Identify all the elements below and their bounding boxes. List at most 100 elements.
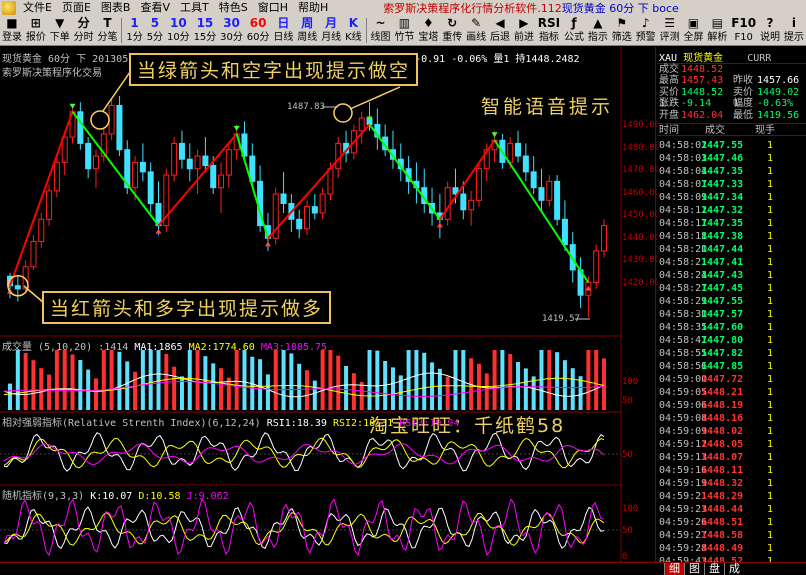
period-button[interactable]: 5 5分: [145, 16, 165, 45]
tool-button[interactable]: ▤ 解析: [705, 16, 729, 45]
tick-p: 1448.44: [701, 504, 744, 515]
tick-v: 1: [767, 322, 774, 333]
tool-button[interactable]: RSI 指标: [536, 16, 562, 45]
toolbar-button[interactable]: 分分时: [72, 16, 96, 45]
tab-trades[interactable]: 成: [724, 563, 744, 575]
tab-chart[interactable]: 图: [684, 563, 704, 575]
tool-button[interactable]: ✎ 画线: [464, 16, 488, 45]
tool-button[interactable]: ▲ 指示: [586, 16, 610, 45]
tool-button[interactable]: ⚑ 筛选: [610, 16, 634, 45]
tool-button[interactable]: ▥ 竹节: [392, 16, 416, 45]
tool-button[interactable]: ƒ 公式: [562, 16, 586, 45]
tick-row[interactable]: 04:59:00 1447.72 1: [657, 373, 806, 386]
menu-chart[interactable]: 图表B: [96, 0, 136, 16]
tool-button[interactable]: ♦ 宝塔: [416, 16, 440, 45]
tool-button[interactable]: F10 F10: [729, 16, 758, 45]
indicator-axis-tick: 100: [622, 504, 639, 514]
tick-row[interactable]: 04:59:23 1448.44 1: [657, 503, 806, 516]
tick-row[interactable]: 04:59:05 1448.21 1: [657, 386, 806, 399]
chart-area[interactable]: 现货黄金 60分 下 20130511 09:55 开1448.51 高1448…: [0, 47, 660, 575]
tick-row[interactable]: 04:58:21 1447.41 1: [657, 256, 806, 269]
volume-bar: [570, 368, 575, 410]
tick-row[interactable]: 04:58:03 1447.46 1: [657, 152, 806, 165]
tick-row[interactable]: 04:59:16 1448.11 1: [657, 464, 806, 477]
tick-row[interactable]: 04:58:30 1447.57 1: [657, 308, 806, 321]
tick-row[interactable]: 04:59:06 1448.19 1: [657, 399, 806, 412]
toolbar-button[interactable]: ⊞ 报价: [24, 16, 48, 45]
tool-button[interactable]: ♪ 预警: [634, 16, 658, 45]
tick-list[interactable]: 04:58:02 1447.55 1 04:58:03 1447.46 1 04:58:04…: [657, 139, 806, 575]
tool-button[interactable]: ▶ 前进: [512, 16, 536, 45]
quote-v1: 1462.04: [681, 109, 724, 121]
tool-button-icon: ▶: [519, 16, 529, 30]
tab-detail[interactable]: 细: [664, 563, 684, 575]
toolbar-button[interactable]: ▼ 下单: [48, 16, 72, 45]
period-button[interactable]: 10 10分: [165, 16, 192, 45]
tick-row[interactable]: 04:59:28 1448.49 1: [657, 542, 806, 555]
tick-p: 1447.33: [701, 179, 744, 190]
tick-v: 1: [767, 530, 774, 541]
period-button[interactable]: 30 30分: [218, 16, 245, 45]
tick-row[interactable]: 04:59:13 1448.07 1: [657, 451, 806, 464]
candle-body: [210, 165, 217, 189]
toolbar-button-label: 下单: [49, 32, 70, 43]
tool-button[interactable]: ↻ 重传: [440, 16, 464, 45]
period-button[interactable]: 15 15分: [192, 16, 219, 45]
tick-row[interactable]: 04:58:55 1447.82 1: [657, 347, 806, 360]
tick-row[interactable]: 04:58:24 1447.43 1: [657, 269, 806, 282]
tick-row[interactable]: 04:58:04 1447.35 1: [657, 165, 806, 178]
tick-row[interactable]: 04:58:47 1447.80 1: [657, 334, 806, 347]
tick-p: 1447.57: [701, 309, 744, 320]
menu-tools[interactable]: 工具T: [175, 0, 214, 16]
period-button[interactable]: 日日线: [271, 16, 295, 45]
period-button[interactable]: K K线: [343, 16, 363, 45]
signal-line: [493, 139, 590, 284]
menu-view[interactable]: 查看V: [135, 0, 175, 16]
menu-window[interactable]: 窗口H: [253, 0, 293, 16]
period-button[interactable]: 60 60分: [245, 16, 272, 45]
toolbar-button[interactable]: ■ 登录: [0, 16, 24, 45]
tick-row[interactable]: 04:58:35 1447.60 1: [657, 321, 806, 334]
period-button[interactable]: 周周线: [295, 16, 319, 45]
tick-row[interactable]: 04:58:18 1447.38 1: [657, 230, 806, 243]
tab-board[interactable]: 盘: [704, 563, 724, 575]
tool-button[interactable]: i 提示: [782, 16, 806, 45]
tick-row[interactable]: 04:59:08 1448.16 1: [657, 412, 806, 425]
volume-bar: [422, 352, 427, 410]
tick-v: 1: [767, 166, 774, 177]
tick-row[interactable]: 04:58:07 1447.33 1: [657, 178, 806, 191]
period-button-icon: K: [348, 16, 359, 30]
tool-button[interactable]: ☰ 评测: [658, 16, 682, 45]
tool-button-icon: ♦: [422, 16, 434, 30]
tool-button[interactable]: ◀ 后退: [488, 16, 512, 45]
tick-t: 04:59:23: [659, 504, 708, 515]
menu-file[interactable]: 文件E: [18, 0, 57, 16]
quote-l2: [733, 64, 757, 75]
period-button[interactable]: 1 1分: [124, 16, 144, 45]
tick-row[interactable]: 04:58:09 1447.34 1: [657, 191, 806, 204]
tick-row[interactable]: 04:58:27 1447.45 1: [657, 282, 806, 295]
tick-row[interactable]: 04:58:20 1447.44 1: [657, 243, 806, 256]
menu-special[interactable]: 特色S: [214, 0, 253, 16]
tick-row[interactable]: 04:59:27 1448.58 1: [657, 529, 806, 542]
toolbar-button[interactable]: T 分笔: [96, 16, 120, 45]
tick-row[interactable]: 04:58:56 1447.85 1: [657, 360, 806, 373]
tool-button[interactable]: ? 说明: [758, 16, 782, 45]
volume-bar: [344, 366, 349, 410]
tick-p: 1447.34: [701, 192, 744, 203]
menu-page[interactable]: 页面E: [57, 0, 96, 16]
tool-button[interactable]: ~ 线图: [369, 16, 393, 45]
tick-row[interactable]: 04:58:12 1447.32 1: [657, 204, 806, 217]
tick-row[interactable]: 04:59:21 1448.29 1: [657, 490, 806, 503]
tick-row[interactable]: 04:59:12 1448.05 1: [657, 438, 806, 451]
tool-button[interactable]: ▣ 全屏: [682, 16, 706, 45]
menu-help[interactable]: 帮助H: [293, 0, 333, 16]
tick-row[interactable]: 04:58:02 1447.55 1: [657, 139, 806, 152]
tick-row[interactable]: 04:58:17 1447.35 1: [657, 217, 806, 230]
tick-row[interactable]: 04:58:29 1447.55 1: [657, 295, 806, 308]
candle-body: [530, 171, 537, 189]
tick-row[interactable]: 04:59:26 1448.51 1: [657, 516, 806, 529]
period-button[interactable]: 月月线: [319, 16, 343, 45]
tick-row[interactable]: 04:59:19 1448.32 1: [657, 477, 806, 490]
tick-row[interactable]: 04:59:09 1448.02 1: [657, 425, 806, 438]
